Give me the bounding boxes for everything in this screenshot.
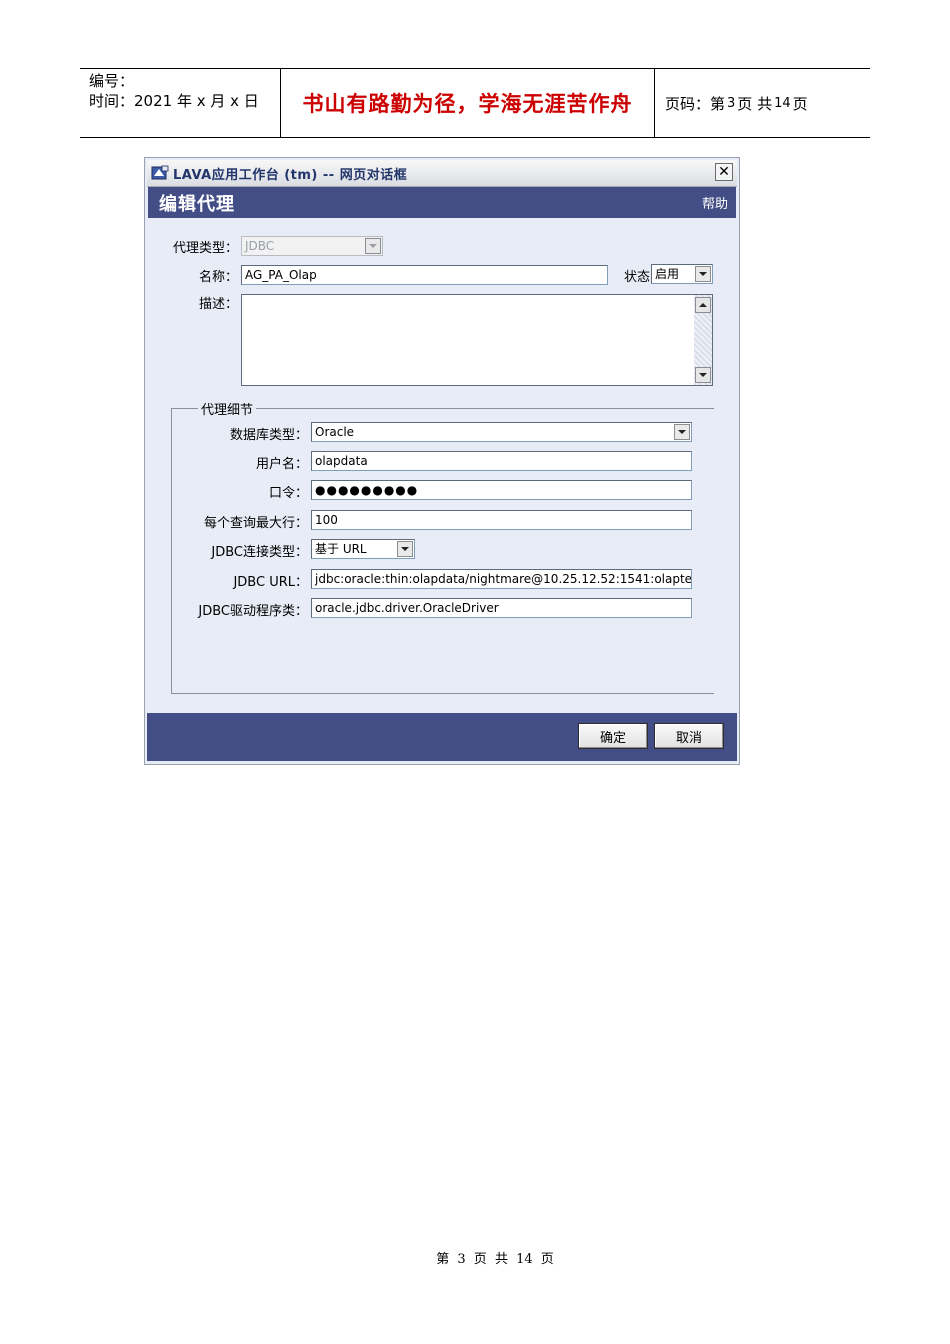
status-value: 启用	[655, 267, 680, 281]
document-time-label: 时间：2021 年 x 月 x 日	[89, 92, 259, 110]
header-page-info: 页码：第 3 页 共 14 页	[655, 69, 870, 137]
header-page-prefix: 页码：第	[665, 94, 726, 113]
document-number-label: 编号：	[89, 72, 135, 90]
dialog-titlebar[interactable]: LAVA应用工作台 (tm) -- 网页对话框 ✕	[147, 160, 737, 187]
header-page-total: 14	[774, 95, 791, 111]
db-type-select[interactable]: Oracle	[311, 422, 692, 442]
window-title: LAVA应用工作台 (tm) -- 网页对话框	[173, 167, 408, 183]
jdbc-url-label: JDBC URL：	[233, 575, 308, 590]
description-scrollbar[interactable]	[694, 295, 712, 385]
help-link[interactable]: 帮助	[702, 193, 728, 212]
scroll-down-icon[interactable]	[695, 367, 711, 383]
db-type-label: 数据库类型：	[229, 428, 308, 443]
jdbc-driver-label: JDBC驱动程序类：	[198, 604, 308, 619]
name-label: 名称：	[198, 270, 238, 285]
footer-prefix: 第	[436, 1252, 450, 1267]
status-label: 状态	[623, 270, 650, 285]
max-rows-input[interactable]: 100	[311, 510, 692, 530]
header-page-suffix: 页	[792, 94, 808, 113]
page-footer: 第 3 页 共 14 页	[0, 1248, 950, 1267]
scroll-up-icon[interactable]	[695, 297, 711, 313]
name-value: AG_PA_Olap	[245, 268, 317, 282]
close-icon[interactable]: ✕	[715, 163, 733, 181]
password-input[interactable]: ●●●●●●●●●	[311, 480, 692, 500]
dialog-banner: 编辑代理 帮助	[148, 187, 736, 218]
cancel-button[interactable]: 取消	[654, 723, 724, 749]
password-value: ●●●●●●●●●	[315, 483, 419, 497]
username-input[interactable]: olapdata	[311, 451, 692, 471]
header-left-cell: 编号： 时间：2021 年 x 月 x 日	[80, 69, 281, 137]
chevron-down-icon[interactable]	[365, 238, 381, 254]
header-middle-cell: 书山有路勤为径，学海无涯苦作舟	[281, 69, 655, 137]
chevron-down-icon[interactable]	[674, 424, 690, 440]
password-label: 口令：	[268, 486, 308, 501]
dialog-heading: 编辑代理	[159, 193, 235, 215]
max-rows-value: 100	[315, 513, 338, 527]
jdbc-conn-type-value: 基于 URL	[315, 542, 367, 556]
db-type-value: Oracle	[315, 425, 355, 439]
header-page-current: 3	[727, 95, 736, 111]
max-rows-label: 每个查询最大行：	[203, 516, 308, 531]
proxy-details-legend: 代理细节	[198, 399, 257, 418]
name-input[interactable]: AG_PA_Olap	[241, 265, 608, 285]
footer-current-page: 3	[457, 1252, 466, 1267]
proxy-type-value: JDBC	[245, 239, 275, 253]
jdbc-url-value: jdbc:oracle:thin:olapdata/nightmare@10.2…	[315, 572, 692, 586]
footer-total-pages: 14	[516, 1252, 533, 1267]
username-label: 用户名：	[255, 457, 308, 472]
description-label: 描述：	[198, 297, 238, 312]
footer-suffix: 页	[540, 1252, 554, 1267]
chevron-down-icon[interactable]	[695, 266, 711, 282]
jdbc-driver-input[interactable]: oracle.jdbc.driver.OracleDriver	[311, 598, 692, 618]
status-select[interactable]: 启用	[651, 264, 713, 284]
jdbc-conn-type-select[interactable]: 基于 URL	[311, 539, 415, 559]
document-header: 编号： 时间：2021 年 x 月 x 日 书山有路勤为径，学海无涯苦作舟 页码…	[80, 68, 870, 138]
header-page-mid: 页 共	[737, 94, 773, 113]
proxy-type-label: 代理类型：	[172, 241, 238, 256]
footer-total-word: 共	[494, 1252, 508, 1267]
jdbc-driver-value: oracle.jdbc.driver.OracleDriver	[315, 601, 499, 615]
username-value: olapdata	[315, 454, 368, 468]
ok-button[interactable]: 确定	[578, 723, 648, 749]
dialog-footer-bar: 确定 取消	[147, 713, 737, 761]
proxy-type-select[interactable]: JDBC	[241, 236, 383, 256]
jdbc-url-input[interactable]: jdbc:oracle:thin:olapdata/nightmare@10.2…	[311, 569, 692, 589]
header-motto: 书山有路勤为径，学海无涯苦作舟	[302, 91, 633, 116]
footer-page-word: 页	[473, 1252, 487, 1267]
jdbc-conn-type-label: JDBC连接类型：	[211, 545, 308, 560]
chevron-down-icon[interactable]	[397, 541, 413, 557]
app-icon	[151, 165, 169, 181]
description-textarea[interactable]	[241, 294, 713, 386]
